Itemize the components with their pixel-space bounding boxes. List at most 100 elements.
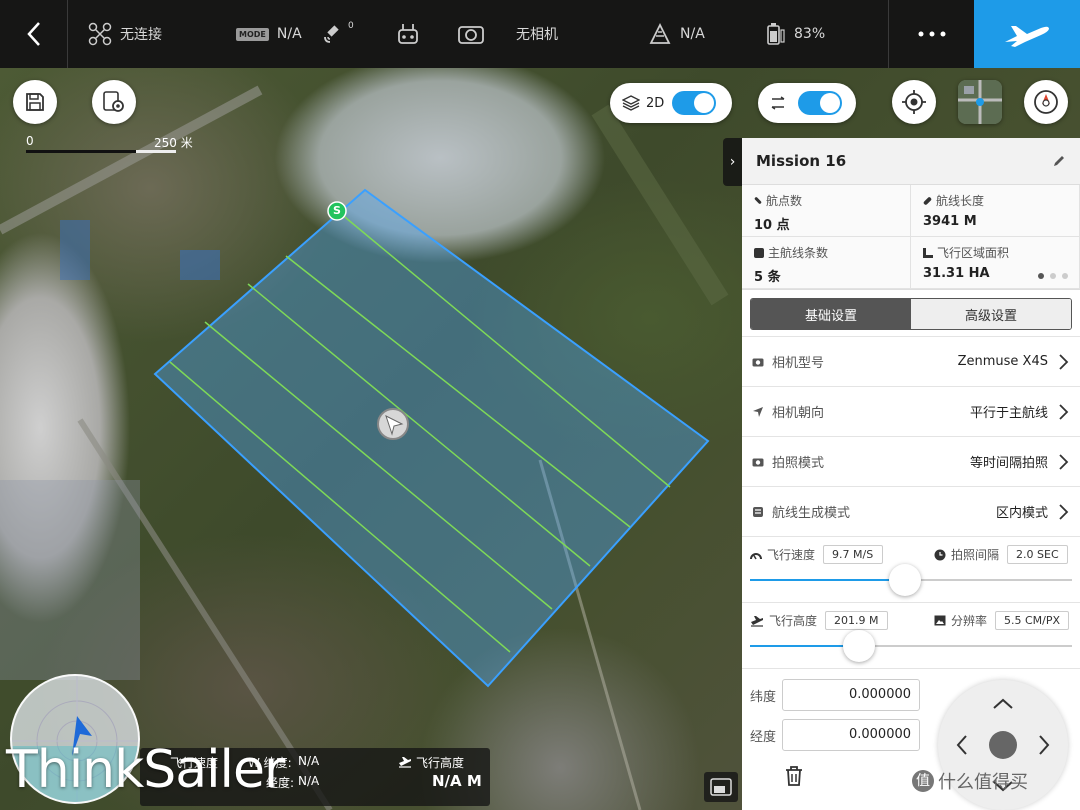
route-list-icon — [754, 247, 764, 258]
altitude-limit[interactable]: N/A — [648, 0, 705, 68]
image-resolution-icon — [934, 615, 946, 626]
scale-start-label: 0 — [26, 134, 34, 148]
speed-value[interactable]: 9.7 M/S — [823, 545, 884, 564]
scale-end-label: 250 米 — [154, 136, 193, 150]
page-dot — [1038, 273, 1044, 279]
chevron-right-icon: › — [729, 154, 736, 170]
setting-route-mode-label: 航线生成模式 — [772, 506, 851, 521]
mission-settings-button[interactable] — [92, 80, 136, 124]
telemetry-alt-label: 飞行高度 — [416, 756, 465, 770]
camera-status-text: 无相机 — [516, 27, 558, 43]
longitude-label: 经度 — [750, 729, 777, 745]
map-thumbnail-button[interactable] — [958, 80, 1002, 124]
crosshair-icon — [902, 90, 926, 114]
chevron-right-icon — [1059, 403, 1069, 420]
stat-main-routes-label: 主航线条数 — [768, 246, 829, 260]
edit-pencil-icon[interactable] — [1052, 154, 1066, 168]
longitude-input[interactable]: 0.000000 — [782, 719, 921, 751]
route-swap-icon — [771, 96, 785, 110]
camera-icon — [458, 26, 484, 44]
setting-route-mode[interactable]: 航线生成模式 区内模式 — [742, 486, 1080, 536]
scale-bar-light — [136, 150, 176, 153]
battery-value: 83% — [794, 26, 826, 42]
stat-route-length-label: 航线长度 — [936, 194, 985, 208]
delete-button[interactable] — [784, 765, 804, 791]
mode-badge: MODE — [236, 27, 269, 41]
chevron-right-icon — [1059, 453, 1069, 470]
satellite-icon — [324, 25, 339, 43]
layers-icon — [622, 95, 640, 111]
setting-camera-model[interactable]: 相机型号 Zenmuse X4S — [742, 336, 1080, 386]
setting-camera-direction[interactable]: 相机朝向 平行于主航线 — [742, 386, 1080, 436]
chevron-right-icon — [1059, 353, 1069, 370]
setting-shoot-mode-label: 拍照模式 — [772, 456, 825, 471]
remote-controller-status[interactable] — [396, 0, 428, 68]
tab-basic-settings[interactable]: 基础设置 — [751, 299, 911, 329]
camera-view-button[interactable] — [704, 772, 738, 802]
aircraft-status[interactable]: 无连接 — [88, 0, 162, 68]
stat-route-length-value: 3941 M — [923, 214, 977, 229]
speed-slider[interactable] — [750, 564, 1072, 596]
save-button[interactable] — [13, 80, 57, 124]
back-button[interactable] — [0, 0, 68, 68]
battery-status[interactable]: 83% — [766, 0, 825, 68]
direction-arrow-icon — [752, 406, 764, 418]
top-status-bar: 无连接 MODE N/A 0 无相机 N/A 83% — [0, 0, 1080, 68]
route-icon — [752, 506, 764, 518]
area-icon — [923, 247, 933, 258]
compass-icon — [1034, 90, 1058, 114]
overlay-toggle[interactable] — [758, 83, 856, 123]
save-icon — [26, 93, 44, 111]
interval-value[interactable]: 2.0 SEC — [1007, 545, 1068, 564]
aircraft-status-text: 无连接 — [120, 27, 162, 43]
survey-area-polygon — [153, 188, 710, 688]
speed-slider-knob[interactable] — [888, 564, 921, 596]
latitude-field-row: 纬度 0.000000 — [750, 679, 921, 711]
source-watermark: 值 什么值得买 — [912, 768, 1028, 794]
map-thumbnail-icon — [958, 80, 1002, 124]
stats-page-indicator[interactable] — [1038, 273, 1068, 279]
setting-route-mode-value: 区内模式 — [995, 506, 1048, 521]
watermark-text: ThinkSailer — [6, 740, 285, 800]
view-mode-label: 2D — [646, 95, 665, 111]
telemetry-lon-value: N/A — [298, 774, 320, 788]
height-label: 飞行高度 — [769, 614, 818, 628]
panel-collapse-button[interactable]: › — [723, 138, 742, 186]
height-value[interactable]: 201.9 M — [825, 611, 888, 630]
setting-camera-model-label: 相机型号 — [772, 356, 825, 371]
remote-controller-icon — [398, 24, 418, 44]
camera-icon — [752, 456, 764, 468]
speed-label: 飞行速度 — [767, 548, 816, 562]
overlay-switch[interactable] — [798, 91, 842, 115]
telemetry-lat-value: N/A — [298, 754, 320, 768]
map-scale-bar: 0 250 米 — [26, 134, 196, 154]
latitude-input[interactable]: 0.000000 — [782, 679, 921, 711]
stat-main-routes: 主航线条数 5 条 — [742, 237, 911, 289]
gps-status[interactable]: 0 — [322, 0, 360, 68]
camera-icon — [752, 356, 764, 368]
view-mode-toggle[interactable]: 2D — [610, 83, 732, 123]
camera-status[interactable]: 无相机 — [458, 0, 558, 68]
locate-button[interactable] — [892, 80, 936, 124]
mission-title: Mission 16 — [756, 152, 847, 170]
scale-bar-dark — [26, 150, 136, 153]
altitude-plane-icon — [399, 757, 411, 768]
ruler-pencil-icon — [922, 195, 933, 206]
height-slider[interactable] — [750, 630, 1072, 662]
speed-gauge-icon — [750, 552, 762, 559]
resolution-label: 分辨率 — [951, 614, 988, 628]
stat-area: 飞行区域面积 31.31 HA — [911, 237, 1080, 289]
fly-button[interactable] — [974, 0, 1080, 68]
compass-orientation-button[interactable] — [1024, 80, 1068, 124]
resolution-value[interactable]: 5.5 CM/PX — [995, 611, 1070, 630]
stamp-text: 什么值得买 — [938, 772, 1028, 793]
height-slider-knob[interactable] — [843, 630, 876, 662]
waypoint-icon — [754, 196, 762, 205]
flight-mode[interactable]: MODE N/A — [236, 0, 302, 68]
gear-document-icon — [103, 91, 124, 112]
tab-advanced-settings[interactable]: 高级设置 — [911, 299, 1071, 329]
view-mode-switch[interactable] — [672, 91, 717, 115]
setting-shoot-mode[interactable]: 拍照模式 等时间隔拍照 — [742, 436, 1080, 486]
stat-waypoints-label: 航点数 — [766, 194, 803, 208]
more-button[interactable] — [888, 0, 974, 68]
